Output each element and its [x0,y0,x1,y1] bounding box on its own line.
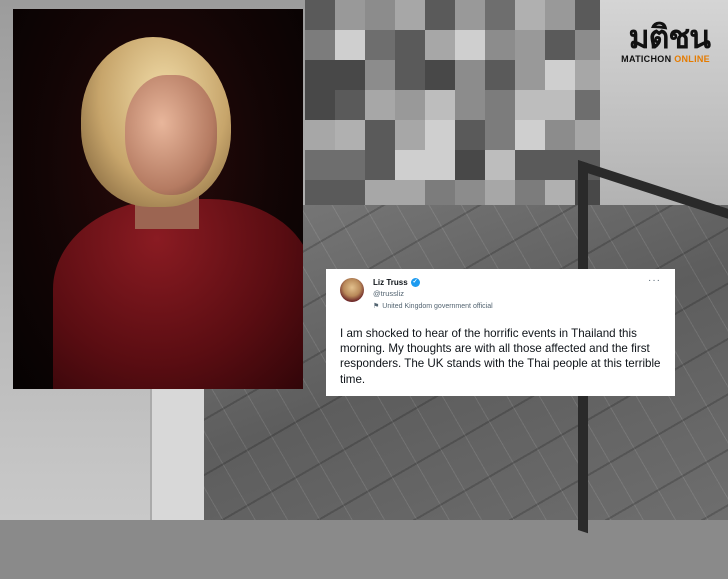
pixel-block [305,120,335,150]
pixel-block [515,150,545,180]
pixel-block [515,30,545,60]
pixel-block [485,120,515,150]
tweet-header: Liz Truss ✓ @trussliz ⚑ United Kingdom go… [340,276,661,312]
pixel-block [425,120,455,150]
pixel-block [485,60,515,90]
government-label: ⚑ United Kingdom government official [373,303,493,310]
more-options-icon[interactable]: ··· [648,276,661,286]
logo-subtitle: MATICHON ONLINE [621,54,710,64]
display-name[interactable]: Liz Truss [373,277,408,288]
pixel-block [545,0,575,30]
pixel-block [455,120,485,150]
pixel-block [365,30,395,60]
pixel-block [305,60,335,90]
pixel-block [485,30,515,60]
pixel-block [545,150,575,180]
flag-icon: ⚑ [373,303,380,310]
pixel-block [305,150,335,180]
pixel-block [395,60,425,90]
pixel-block [515,0,545,30]
pixel-block [455,90,485,120]
pixel-block [395,0,425,30]
pixel-block [365,150,395,180]
pixel-block [395,30,425,60]
matichon-logo: มติชน MATICHON ONLINE [610,18,711,64]
pixel-block [425,30,455,60]
pixel-block [455,150,485,180]
tweet-text: I am shocked to hear of the horrific eve… [340,327,661,386]
logo-thai-text: มติชน [628,18,711,56]
avatar[interactable] [340,278,364,302]
pixel-block [365,60,395,90]
pixel-block [425,60,455,90]
pixel-block [515,90,545,120]
pixel-block [425,150,455,180]
pixel-block [395,90,425,120]
pixel-block [545,30,575,60]
pixel-block [365,120,395,150]
pixel-block [425,0,455,30]
pixel-block [485,90,515,120]
pixel-block [335,90,365,120]
pixel-block [365,0,395,30]
face [125,75,217,195]
pixel-block [335,120,365,150]
pixel-block [335,0,365,30]
pixel-block [545,90,575,120]
pixel-block [455,60,485,90]
pixel-block [455,0,485,30]
pixel-block [395,150,425,180]
portrait-photo [13,9,303,389]
user-handle[interactable]: @trussliz [373,288,493,299]
pixel-block [425,90,455,120]
pixel-block [305,0,335,30]
pixel-block [335,60,365,90]
pixel-block [545,120,575,150]
pixel-block [485,0,515,30]
door-frame [150,388,204,520]
pixel-block [335,150,365,180]
pixel-block [455,30,485,60]
pixel-block [305,30,335,60]
verified-badge-icon: ✓ [410,278,420,287]
pixel-block [395,120,425,150]
pixel-block [515,120,545,150]
pixel-block [305,90,335,120]
pixel-block [365,90,395,120]
tweet-card: Liz Truss ✓ @trussliz ⚑ United Kingdom go… [326,269,675,396]
pixel-block [335,30,365,60]
pixel-block [545,60,575,90]
pixel-block [485,150,515,180]
pixel-block [515,60,545,90]
